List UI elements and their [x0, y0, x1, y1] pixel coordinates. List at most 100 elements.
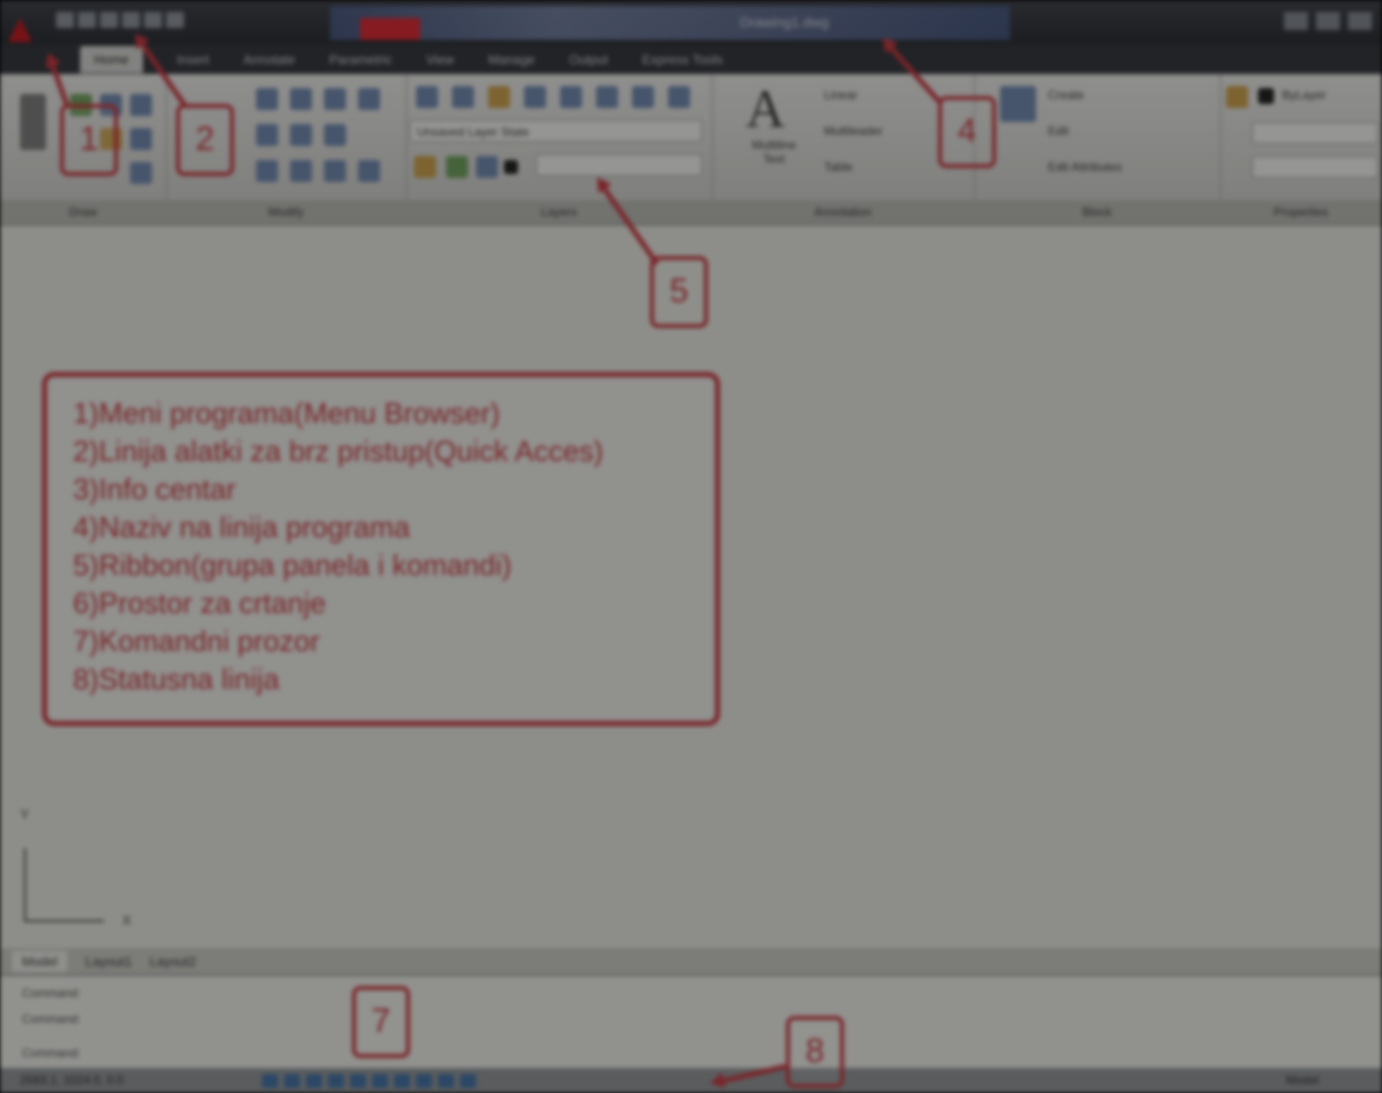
- edit-attributes-button[interactable]: Edit Attributes: [1048, 160, 1122, 174]
- table-button[interactable]: Table: [824, 160, 853, 174]
- multiline-text-icon[interactable]: A: [746, 78, 785, 140]
- linetype-combo[interactable]: [1252, 122, 1378, 144]
- multiline-text-label: Multiline Text: [751, 138, 796, 166]
- layer-color-swatch[interactable]: [504, 160, 518, 174]
- match-properties-icon[interactable]: [1226, 86, 1248, 108]
- title-red-mark: [360, 18, 420, 40]
- grid-toggle-icon[interactable]: [284, 1074, 300, 1088]
- bulb-icon[interactable]: [414, 156, 436, 178]
- legend-item: 3)Info centar: [73, 474, 236, 506]
- panel-block: Create Edit Edit Attributes Block: [974, 74, 1221, 224]
- array-icon[interactable]: [324, 160, 346, 182]
- layer-lock-icon[interactable]: [596, 86, 618, 108]
- legend-item: 8)Statusna linija: [73, 664, 280, 696]
- osnap-toggle-icon[interactable]: [350, 1074, 366, 1088]
- lwt-toggle-icon[interactable]: [438, 1074, 454, 1088]
- ucs-y-label: Y: [20, 806, 30, 822]
- tab-home[interactable]: Home: [80, 45, 143, 73]
- panel-title-annotation[interactable]: Annotation: [712, 200, 974, 224]
- create-block-button[interactable]: Create: [1048, 88, 1084, 102]
- scale-icon[interactable]: [290, 160, 312, 182]
- tab-manage[interactable]: Manage: [488, 52, 535, 67]
- command-prompt[interactable]: Command:: [22, 1046, 81, 1060]
- erase-icon[interactable]: [358, 160, 380, 182]
- redo-icon[interactable]: [144, 12, 162, 28]
- annotation-badge-1: 1: [60, 104, 118, 176]
- line-tool-icon[interactable]: [20, 94, 46, 150]
- tab-model[interactable]: Model: [12, 950, 68, 972]
- plot-icon[interactable]: [166, 12, 184, 28]
- tab-annotate[interactable]: Annotate: [243, 52, 295, 67]
- model-space-label[interactable]: Model: [1286, 1073, 1319, 1087]
- fillet-icon[interactable]: [324, 124, 346, 146]
- status-bar: 2583.1, 1024.0, 0.0 Model: [0, 1068, 1382, 1093]
- arc-icon[interactable]: [130, 94, 152, 116]
- tab-view[interactable]: View: [426, 52, 454, 67]
- menu-browser-icon[interactable]: [8, 18, 32, 42]
- open-icon[interactable]: [78, 12, 96, 28]
- tab-layout1[interactable]: Layout1: [85, 954, 131, 969]
- extend-icon[interactable]: [358, 88, 380, 110]
- linear-dimension-button[interactable]: Linear: [824, 88, 857, 102]
- layer-state-icon[interactable]: [452, 86, 474, 108]
- lineweight-combo[interactable]: [1252, 156, 1378, 178]
- legend-item: 2)Linija alatki za brz pristup(Quick Acc…: [73, 436, 604, 468]
- panel-title-block[interactable]: Block: [974, 200, 1220, 224]
- ducs-toggle-icon[interactable]: [394, 1074, 410, 1088]
- copy-icon[interactable]: [256, 124, 278, 146]
- coordinate-readout: 2583.1, 1024.0, 0.0: [20, 1073, 124, 1087]
- color-combo[interactable]: ByLayer: [1282, 88, 1326, 102]
- tab-output[interactable]: Output: [569, 52, 608, 67]
- command-window[interactable]: Command: Command: Command:: [0, 974, 1382, 1070]
- tab-layout2[interactable]: Layout2: [150, 954, 196, 969]
- layer-previous-icon[interactable]: [668, 86, 690, 108]
- save-icon[interactable]: [100, 12, 118, 28]
- insert-block-icon[interactable]: [1000, 86, 1036, 122]
- panel-title-modify[interactable]: Modify: [166, 200, 406, 224]
- sun-icon[interactable]: [446, 156, 468, 178]
- polar-toggle-icon[interactable]: [328, 1074, 344, 1088]
- maximize-icon[interactable]: [1316, 12, 1340, 30]
- otrack-toggle-icon[interactable]: [372, 1074, 388, 1088]
- panel-title-draw[interactable]: Draw: [0, 200, 166, 224]
- layer-state-combo[interactable]: Unsaved Layer State: [410, 120, 702, 142]
- ucs-x-label: X: [122, 912, 132, 928]
- new-icon[interactable]: [56, 12, 74, 28]
- snap-toggle-icon[interactable]: [262, 1074, 278, 1088]
- region-icon[interactable]: [130, 162, 152, 184]
- qp-toggle-icon[interactable]: [460, 1074, 476, 1088]
- undo-icon[interactable]: [122, 12, 140, 28]
- mirror-icon[interactable]: [290, 124, 312, 146]
- annotation-legend: 1)Meni programa(Menu Browser) 2)Linija a…: [42, 372, 720, 726]
- move-icon[interactable]: [256, 88, 278, 110]
- lock-icon[interactable]: [476, 156, 498, 178]
- trim-icon[interactable]: [324, 88, 346, 110]
- rotate-icon[interactable]: [290, 88, 312, 110]
- layer-isolate-icon[interactable]: [488, 86, 510, 108]
- legend-item: 7)Komandni prozor: [73, 626, 320, 658]
- tab-parametric[interactable]: Parametric: [329, 52, 392, 67]
- stretch-icon[interactable]: [256, 160, 278, 182]
- annotation-badge-7: 7: [352, 986, 410, 1058]
- panel-title-layers[interactable]: Layers: [406, 200, 712, 224]
- layer-off-icon[interactable]: [524, 86, 546, 108]
- multileader-button[interactable]: Multileader: [824, 124, 883, 138]
- legend-item: 1)Meni programa(Menu Browser): [73, 398, 501, 430]
- layer-match-icon[interactable]: [632, 86, 654, 108]
- panel-properties: ByLayer Properties: [1220, 74, 1382, 224]
- hatch-icon[interactable]: [130, 128, 152, 150]
- panel-title-properties[interactable]: Properties: [1220, 200, 1382, 224]
- current-layer-combo[interactable]: [536, 154, 702, 176]
- color-swatch[interactable]: [1258, 88, 1274, 104]
- tab-express-tools[interactable]: Express Tools: [642, 52, 723, 67]
- cad-application-window: Drawing1.dwg Home Insert Annotate Parame…: [0, 0, 1382, 1093]
- close-icon[interactable]: [1348, 12, 1372, 30]
- layer-freeze-icon[interactable]: [560, 86, 582, 108]
- minimize-icon[interactable]: [1284, 12, 1308, 30]
- layer-properties-icon[interactable]: [416, 86, 438, 108]
- ortho-toggle-icon[interactable]: [306, 1074, 322, 1088]
- edit-block-button[interactable]: Edit: [1048, 124, 1069, 138]
- window-title: Drawing1.dwg: [740, 14, 829, 30]
- dyn-toggle-icon[interactable]: [416, 1074, 432, 1088]
- tab-insert[interactable]: Insert: [177, 52, 210, 67]
